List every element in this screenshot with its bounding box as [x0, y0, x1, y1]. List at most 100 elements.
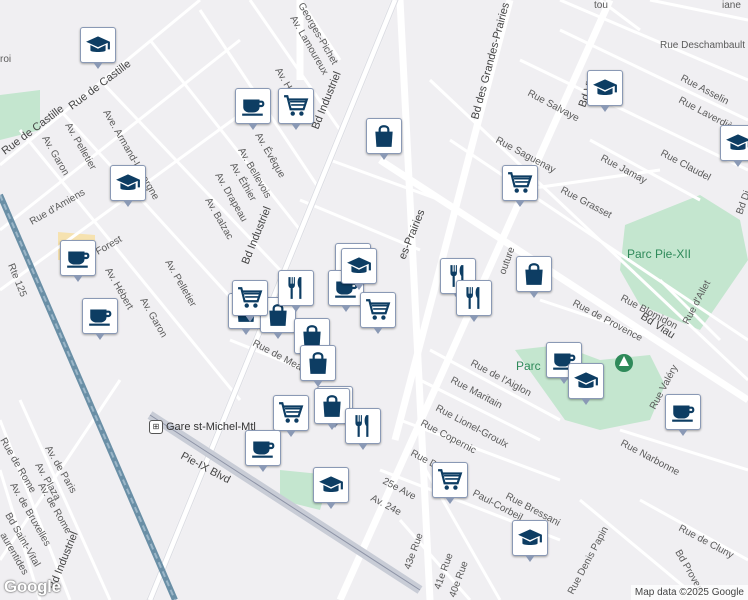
label-rue-deschambault: Rue Deschambault — [660, 40, 745, 51]
grocery-icon — [438, 469, 463, 490]
school-icon — [726, 134, 748, 151]
school-icon-wrap — [516, 524, 544, 552]
cafe-pin-2[interactable] — [60, 240, 96, 282]
restaurant-icon — [466, 287, 480, 309]
restaurant-icon-wrap — [460, 284, 488, 312]
grocery-pin-1[interactable] — [278, 88, 314, 130]
grocery-pin-3[interactable] — [232, 280, 268, 322]
grocery-pin-6[interactable] — [432, 462, 468, 504]
school-icon-wrap — [84, 31, 112, 59]
label-av-pelletier-2: Av. Pelletier — [162, 258, 198, 309]
school-icon — [518, 529, 542, 546]
label-bd-grandes-prairies: Bd des Grandes-Prairies — [469, 1, 512, 121]
school-pin-5[interactable] — [313, 467, 349, 509]
school-pin-8[interactable] — [341, 248, 377, 290]
label-bd-di: Bd Di — [734, 189, 748, 216]
cafe-icon-wrap — [86, 302, 114, 330]
school-icon-wrap — [114, 169, 142, 197]
label-parc-pie-xii: Parc Pie-XII — [627, 247, 691, 261]
cafe-icon — [67, 251, 90, 268]
cafe-pin-5[interactable] — [245, 430, 281, 472]
label-roi: roi — [0, 54, 11, 65]
grocery-icon-wrap — [236, 284, 264, 312]
grocery-icon — [279, 402, 304, 423]
shopping-bag-icon — [525, 263, 543, 285]
restaurant-pin-1[interactable] — [278, 270, 314, 312]
cafe-pin-3[interactable] — [82, 298, 118, 340]
restaurant-icon — [355, 415, 369, 437]
grocery-icon — [508, 172, 533, 193]
shopping-icon-wrap — [370, 122, 398, 150]
restaurant-icon-wrap — [282, 274, 310, 302]
map[interactable]: Rue de Castille Rue de Castille Rue d'Am… — [0, 0, 748, 600]
cafe-icon-wrap — [249, 434, 277, 462]
school-pin-4[interactable] — [110, 165, 146, 207]
label-av-garon-2: Av. Garon — [137, 296, 169, 340]
label-rue-grasset: Rue Grasset — [559, 185, 614, 221]
school-pin-1[interactable] — [80, 27, 116, 69]
station-label: Gare st-Michel-Mtl — [166, 421, 256, 433]
cafe-icon — [242, 99, 265, 116]
label-bd-industriel-1: Bd Industriel — [310, 70, 344, 131]
grocery-icon — [366, 299, 391, 320]
google-logo: Google — [4, 577, 61, 596]
label-rte125: Rte 125 — [5, 262, 28, 299]
shopping-pin-5[interactable] — [300, 345, 336, 387]
shopping-pin-1[interactable] — [366, 118, 402, 160]
cafe-icon — [252, 441, 275, 458]
label-rue-damiens: Rue d'Amiens — [28, 187, 87, 228]
cafe-icon-wrap — [239, 92, 267, 120]
restaurant-pin-3[interactable] — [345, 408, 381, 450]
school-pin-3[interactable] — [720, 125, 748, 167]
grocery-icon-wrap — [506, 169, 534, 197]
cafe-icon-wrap — [669, 398, 697, 426]
shopping-bag-icon — [309, 352, 327, 374]
school-pin-7[interactable] — [512, 520, 548, 562]
restaurant-icon-wrap — [349, 412, 377, 440]
label-rue-narbonne: Rue Narbonne — [619, 438, 682, 478]
grocery-pin-2[interactable] — [502, 165, 538, 207]
school-icon — [86, 36, 110, 53]
grocery-pin-4[interactable] — [360, 292, 396, 334]
school-icon-wrap — [345, 252, 373, 280]
shopping-icon-wrap — [318, 392, 346, 420]
shopping-pin-8[interactable] — [516, 256, 552, 298]
restaurant-icon — [288, 277, 302, 299]
cafe-icon — [89, 309, 112, 326]
grocery-icon — [238, 287, 263, 308]
grocery-icon — [284, 95, 309, 116]
cafe-icon — [672, 405, 695, 422]
grocery-icon-wrap — [277, 399, 305, 427]
label-tou: tou — [594, 0, 608, 11]
school-icon — [116, 174, 140, 191]
train-station[interactable]: ⊞ Gare st-Michel-Mtl — [149, 420, 256, 434]
map-attribution[interactable]: Map data ©2025 Google — [630, 585, 748, 600]
shopping-bag-icon — [323, 395, 341, 417]
cafe-icon-wrap — [64, 244, 92, 272]
school-icon — [319, 476, 343, 493]
school-icon-wrap — [591, 74, 619, 102]
train-icon: ⊞ — [149, 420, 163, 434]
grocery-icon-wrap — [364, 296, 392, 324]
shopping-icon-wrap — [520, 260, 548, 288]
school-pin-6[interactable] — [568, 363, 604, 405]
restaurant-pin-5[interactable] — [456, 280, 492, 322]
shopping-bag-icon — [375, 125, 393, 147]
grocery-pin-5[interactable] — [273, 395, 309, 437]
label-parc: Parc — [516, 359, 541, 373]
shopping-icon-wrap — [304, 349, 332, 377]
cafe-pin-7[interactable] — [665, 394, 701, 436]
cafe-pin-1[interactable] — [235, 88, 271, 130]
school-icon — [574, 372, 598, 389]
grocery-icon-wrap — [436, 466, 464, 494]
label-rue-43e: 43e Rue — [402, 531, 425, 571]
school-icon — [347, 257, 371, 274]
label-rue-claudel: Rue Claudel — [659, 148, 713, 184]
label-rue-denis-papin: Rue Denis Papin — [566, 525, 611, 596]
school-icon — [593, 79, 617, 96]
school-icon-wrap — [317, 471, 345, 499]
grocery-icon-wrap — [282, 92, 310, 120]
school-icon-wrap — [572, 367, 600, 395]
label-iane: iane — [722, 0, 741, 11]
school-pin-2[interactable] — [587, 70, 623, 112]
